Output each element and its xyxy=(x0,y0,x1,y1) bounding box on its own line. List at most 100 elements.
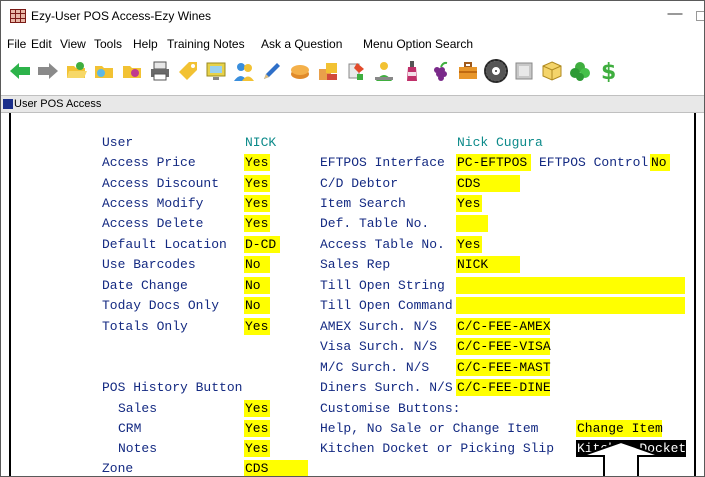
menu-training-notes[interactable]: Training Notes xyxy=(167,37,245,51)
eftpos-interface-label: EFTPOS Interface xyxy=(320,155,445,170)
customise-buttons-heading: Customise Buttons: xyxy=(320,401,461,416)
item-search-field[interactable]: Yes xyxy=(456,195,482,212)
minimize-button[interactable]: — xyxy=(666,3,684,25)
history-notes-field[interactable]: Yes xyxy=(244,440,270,457)
users-icon[interactable] xyxy=(230,55,258,87)
wine-icon[interactable] xyxy=(426,55,454,87)
eftpos-control-field[interactable]: No xyxy=(650,154,670,171)
history-crm-label: CRM xyxy=(118,421,142,436)
history-sales-label: Sales xyxy=(118,401,158,416)
cd-debtor-label: C/D Debtor xyxy=(320,176,399,191)
gear-icon[interactable] xyxy=(482,55,510,87)
pos-history-heading: POS History Button xyxy=(102,380,243,395)
paint-icon[interactable] xyxy=(342,55,370,87)
till-open-string-field[interactable] xyxy=(456,277,685,294)
diners-surch-label: Diners Surch. N/S xyxy=(320,380,453,395)
default-location-label: Default Location xyxy=(102,237,227,252)
history-notes-label: Notes xyxy=(118,441,158,456)
toolbar: $ xyxy=(1,55,704,91)
totals-only-field[interactable]: Yes xyxy=(244,318,270,335)
date-change-field[interactable]: No xyxy=(244,277,270,294)
printer-icon[interactable] xyxy=(146,55,174,87)
boxes-icon[interactable] xyxy=(314,55,342,87)
monitor-icon[interactable] xyxy=(202,55,230,87)
today-docs-only-label: Today Docs Only xyxy=(102,298,220,313)
user-label: User xyxy=(102,135,134,150)
folder-icon[interactable] xyxy=(90,55,118,87)
title-bar: Ezy-User POS Access-Ezy Wines — xyxy=(1,1,704,29)
access-modify-label: Access Modify xyxy=(102,196,204,211)
till-open-command-field[interactable] xyxy=(456,297,685,314)
access-delete-label: Access Delete xyxy=(102,216,204,231)
bottle-icon[interactable] xyxy=(398,55,426,87)
sales-rep-label: Sales Rep xyxy=(320,257,391,272)
default-location-field[interactable]: D-CD xyxy=(244,236,280,253)
pos-access-form: User NICK Access Price Yes Access Discou… xyxy=(9,113,696,476)
use-barcodes-field[interactable]: No xyxy=(244,256,270,273)
def-table-no-label: Def. Table No. xyxy=(320,216,430,231)
item-search-label: Item Search xyxy=(320,196,406,211)
pen-icon[interactable] xyxy=(258,55,286,87)
menu-edit[interactable]: Edit xyxy=(31,37,52,51)
kitchen-docket-label: Kitchen Docket or Picking Slip xyxy=(320,441,555,456)
menu-bar: File Edit View Tools Help Training Notes… xyxy=(1,37,704,55)
mc-surch-field[interactable]: C/C-FEE-MAST xyxy=(456,359,551,376)
cd-debtor-field[interactable]: CDS xyxy=(456,175,520,192)
screen-title-bar: User POS Access xyxy=(1,95,704,113)
app-logo-icon xyxy=(10,9,26,23)
menu-ask-a-question[interactable]: Ask a Question xyxy=(261,37,342,51)
diners-surch-field[interactable]: C/C-FEE-DINE xyxy=(456,379,551,396)
access-table-no-field[interactable]: Yes xyxy=(456,236,482,253)
till-open-command-label: Till Open Command xyxy=(320,298,453,313)
history-sales-field[interactable]: Yes xyxy=(244,400,270,417)
till-open-string-label: Till Open String xyxy=(320,278,445,293)
access-table-no-label: Access Table No. xyxy=(320,237,445,252)
open-folder-icon[interactable] xyxy=(62,55,90,87)
user-field[interactable]: NICK xyxy=(244,134,284,151)
access-modify-field[interactable]: Yes xyxy=(244,195,270,212)
back-arrow-icon[interactable] xyxy=(6,55,34,87)
access-price-label: Access Price xyxy=(102,155,196,170)
def-table-no-field[interactable] xyxy=(456,215,488,232)
amex-surch-label: AMEX Surch. N/S xyxy=(320,319,438,334)
up-arrow-icon xyxy=(580,440,662,476)
access-price-field[interactable]: Yes xyxy=(244,154,270,171)
add-folder-icon[interactable] xyxy=(118,55,146,87)
forward-arrow-icon[interactable] xyxy=(34,55,62,87)
briefcase-icon[interactable] xyxy=(454,55,482,87)
help-no-sale-label: Help, No Sale or Change Item xyxy=(320,421,539,436)
coin-icon[interactable] xyxy=(286,55,314,87)
history-crm-field[interactable]: Yes xyxy=(244,420,270,437)
menu-option-search[interactable]: Menu Option Search xyxy=(363,37,473,51)
visa-surch-label: Visa Surch. N/S xyxy=(320,339,438,354)
visa-surch-field[interactable]: C/C-FEE-VISA xyxy=(456,338,551,355)
tag-icon[interactable] xyxy=(174,55,202,87)
use-barcodes-label: Use Barcodes xyxy=(102,257,196,272)
today-docs-only-field[interactable]: No xyxy=(244,297,270,314)
form-icon[interactable] xyxy=(510,55,538,87)
app-window: Ezy-User POS Access-Ezy Wines — File Edi… xyxy=(0,0,705,477)
person-icon[interactable] xyxy=(370,55,398,87)
amex-surch-field[interactable]: C/C-FEE-AMEX xyxy=(456,318,551,335)
maximize-button[interactable] xyxy=(696,11,704,21)
sales-rep-field[interactable]: NICK xyxy=(456,256,520,273)
help-no-sale-field[interactable]: Change Item xyxy=(576,420,663,437)
dollar-icon[interactable]: $ xyxy=(594,55,622,87)
access-discount-field[interactable]: Yes xyxy=(244,175,270,192)
eftpos-control-label: EFTPOS Control xyxy=(539,155,649,170)
menu-view[interactable]: View xyxy=(60,37,86,51)
date-change-label: Date Change xyxy=(102,278,188,293)
window-title: Ezy-User POS Access-Ezy Wines xyxy=(31,9,212,23)
zone-field[interactable]: CDS xyxy=(244,460,308,476)
leaf-icon[interactable] xyxy=(566,55,594,87)
eftpos-interface-field[interactable]: PC-EFTPOS xyxy=(456,154,531,171)
totals-only-label: Totals Only xyxy=(102,319,188,334)
access-delete-field[interactable]: Yes xyxy=(244,215,270,232)
screen-title: User POS Access xyxy=(14,98,102,110)
menu-tools[interactable]: Tools xyxy=(94,37,122,51)
menu-help[interactable]: Help xyxy=(133,37,158,51)
svg-text:$: $ xyxy=(601,60,616,82)
screen-icon xyxy=(3,99,13,109)
menu-file[interactable]: File xyxy=(7,37,26,51)
package-icon[interactable] xyxy=(538,55,566,87)
